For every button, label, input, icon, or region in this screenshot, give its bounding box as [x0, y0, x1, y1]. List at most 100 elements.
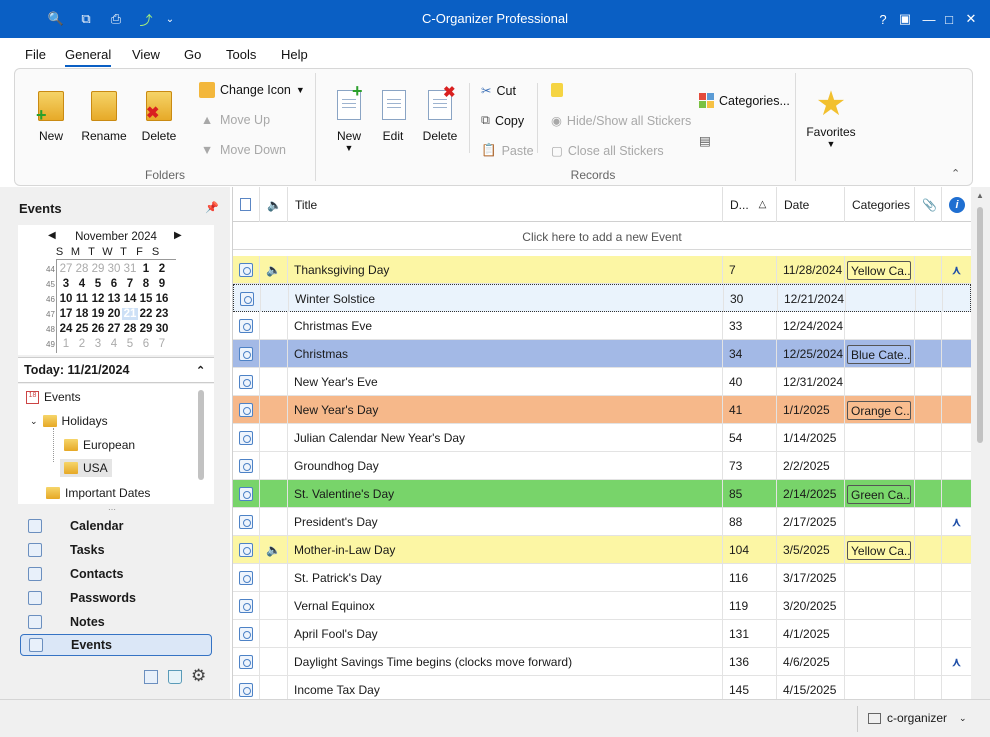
calendar-day[interactable]: 1 — [138, 263, 154, 275]
calendar-day[interactable]: 7 — [154, 338, 170, 350]
table-row[interactable]: Christmas Eve 33 12/24/2024 — [233, 312, 971, 340]
gear-icon[interactable]: ⚙ — [191, 666, 206, 686]
table-row[interactable]: New Year's Day 41 1/1/2025 Orange C... — [233, 396, 971, 424]
table-row[interactable]: President's Day 88 2/17/2025 ⋏ — [233, 508, 971, 536]
table-row[interactable]: April Fool's Day 131 4/1/2025 — [233, 620, 971, 648]
calendar-day[interactable]: 29 — [138, 323, 154, 335]
table-row[interactable]: 🔈 Mother-in-Law Day 104 3/5/2025 Yellow Ca..… — [233, 536, 971, 564]
calendar-day[interactable]: 23 — [154, 308, 170, 320]
tree-node-european[interactable]: European — [64, 438, 135, 452]
calendar-day[interactable]: 22 — [138, 308, 154, 320]
tree-node-events[interactable]: 18 Events — [26, 390, 81, 404]
calendar-day[interactable]: 18 — [74, 308, 90, 320]
header-attachment[interactable]: 📎 — [915, 187, 942, 222]
table-row[interactable]: Daylight Savings Time begins (clocks mov… — [233, 648, 971, 676]
menu-file[interactable]: File — [25, 47, 46, 62]
calendar-day[interactable]: 2 — [74, 338, 90, 350]
next-month-icon[interactable]: ▶ — [174, 230, 182, 241]
collapse-arrow-icon[interactable]: ⌄ — [30, 416, 38, 427]
scroll-thumb[interactable] — [977, 207, 983, 443]
move-up-button[interactable]: ▲ Move Up — [199, 113, 270, 127]
collapse-ribbon-icon[interactable]: ⌃ — [951, 167, 960, 180]
calendar-day[interactable]: 4 — [106, 338, 122, 350]
header-type-icon[interactable] — [233, 187, 260, 222]
recycle-bin-icon[interactable] — [168, 670, 182, 684]
nav-contacts[interactable]: Contacts — [20, 563, 212, 585]
delete-folder-button[interactable]: ✖ Delete — [139, 87, 179, 143]
nav-notes[interactable]: Notes — [20, 611, 212, 633]
table-row[interactable]: 🔈 Thanksgiving Day 7 11/28/2024 Yellow Ca...… — [233, 256, 971, 284]
calendar-day[interactable]: 28 — [74, 263, 90, 275]
maximize-button[interactable]: □ — [938, 8, 960, 30]
calendar-day[interactable]: 30 — [154, 323, 170, 335]
calendar-day[interactable]: 25 — [74, 323, 90, 335]
calendar-day[interactable]: 1 — [58, 338, 74, 350]
calendar-day[interactable]: 16 — [154, 293, 170, 305]
profile-selector[interactable]: c-organizer ⌄ — [868, 711, 967, 725]
tree-node-holidays[interactable]: ⌄ Holidays — [30, 414, 108, 428]
table-row[interactable]: New Year's Eve 40 12/31/2024 — [233, 368, 971, 396]
nav-passwords[interactable]: Passwords — [20, 587, 212, 609]
nav-tasks[interactable]: Tasks — [20, 539, 212, 561]
edit-record-button[interactable]: Edit — [377, 87, 409, 143]
calendar-day[interactable]: 2 — [154, 263, 170, 275]
calendar-day[interactable]: 31 — [122, 263, 138, 275]
header-date[interactable]: Date — [777, 187, 845, 222]
calendar-day[interactable]: 3 — [90, 338, 106, 350]
calendar-day[interactable]: 21 — [122, 308, 138, 320]
table-row[interactable]: St. Valentine's Day 85 2/14/2025 Green Ca..… — [233, 480, 971, 508]
restore-layout-icon[interactable]: ▣ — [894, 8, 916, 30]
change-icon-button[interactable]: Change Icon ▼ — [199, 82, 305, 98]
menu-view[interactable]: View — [132, 47, 160, 62]
calendar-day[interactable]: 9 — [154, 278, 170, 290]
calendar-day[interactable]: 10 — [58, 293, 74, 305]
table-row[interactable]: Julian Calendar New Year's Day 54 1/14/202… — [233, 424, 971, 452]
minimize-button[interactable]: — — [918, 8, 940, 30]
table-row[interactable]: Groundhog Day 73 2/2/2025 — [233, 452, 971, 480]
menu-general[interactable]: General — [65, 47, 112, 67]
calendar-day[interactable]: 29 — [90, 263, 106, 275]
calendar-settings-icon[interactable] — [144, 670, 158, 684]
move-down-button[interactable]: ▼ Move Down — [199, 143, 286, 157]
calendar-day[interactable]: 13 — [106, 293, 122, 305]
calendar-day[interactable]: 6 — [106, 278, 122, 290]
paste-button[interactable]: 📋 Paste — [481, 143, 534, 158]
print-preview-button[interactable]: ▤ — [699, 133, 711, 148]
rename-folder-button[interactable]: Rename — [81, 87, 127, 143]
calendar-day[interactable]: 7 — [122, 278, 138, 290]
calendar-day[interactable]: 28 — [122, 323, 138, 335]
new-sticker-button[interactable] — [551, 83, 563, 97]
header-sound-icon[interactable]: 🔈 — [260, 187, 288, 222]
calendar-day[interactable]: 26 — [90, 323, 106, 335]
add-new-event-row[interactable]: Click here to add a new Event — [233, 222, 971, 250]
expand-double-chevron-icon[interactable]: ⋏ — [952, 515, 961, 529]
scroll-up-icon[interactable]: ▲ — [976, 191, 984, 200]
menu-tools[interactable]: Tools — [226, 47, 256, 62]
today-bar[interactable]: Today: 11/21/2024 ⌃ — [18, 357, 214, 383]
help-icon[interactable]: ? — [872, 8, 894, 30]
calendar-day[interactable]: 17 — [58, 308, 74, 320]
calendar-day[interactable]: 5 — [122, 338, 138, 350]
table-row[interactable]: Winter Solstice 30 12/21/2024 — [233, 284, 971, 313]
expand-double-chevron-icon[interactable]: ⋏ — [952, 263, 961, 277]
copy-button[interactable]: ⧉ Copy — [481, 113, 524, 128]
header-title[interactable]: Title — [288, 187, 723, 222]
new-folder-button[interactable]: + New — [33, 87, 69, 143]
expand-double-chevron-icon[interactable]: ⋏ — [952, 655, 961, 669]
calendar-day[interactable]: 12 — [90, 293, 106, 305]
calendar-day[interactable]: 27 — [106, 323, 122, 335]
calendar-day[interactable]: 27 — [58, 263, 74, 275]
calendar-day[interactable]: 15 — [138, 293, 154, 305]
menu-help[interactable]: Help — [281, 47, 308, 62]
header-info[interactable]: i — [942, 187, 971, 222]
calendar-day[interactable]: 30 — [106, 263, 122, 275]
calendar-day[interactable]: 20 — [106, 308, 122, 320]
categories-button[interactable]: Categories... — [699, 93, 790, 108]
collapse-up-icon[interactable]: ⌃ — [196, 364, 205, 377]
close-all-stickers-button[interactable]: ▢ Close all Stickers — [551, 143, 664, 159]
tree-scrollbar[interactable] — [198, 390, 204, 480]
nav-calendar[interactable]: Calendar — [20, 515, 212, 537]
table-row[interactable]: Vernal Equinox 119 3/20/2025 — [233, 592, 971, 620]
pin-icon[interactable]: 📌 — [205, 201, 219, 214]
cut-button[interactable]: ✂ Cut — [481, 83, 516, 99]
